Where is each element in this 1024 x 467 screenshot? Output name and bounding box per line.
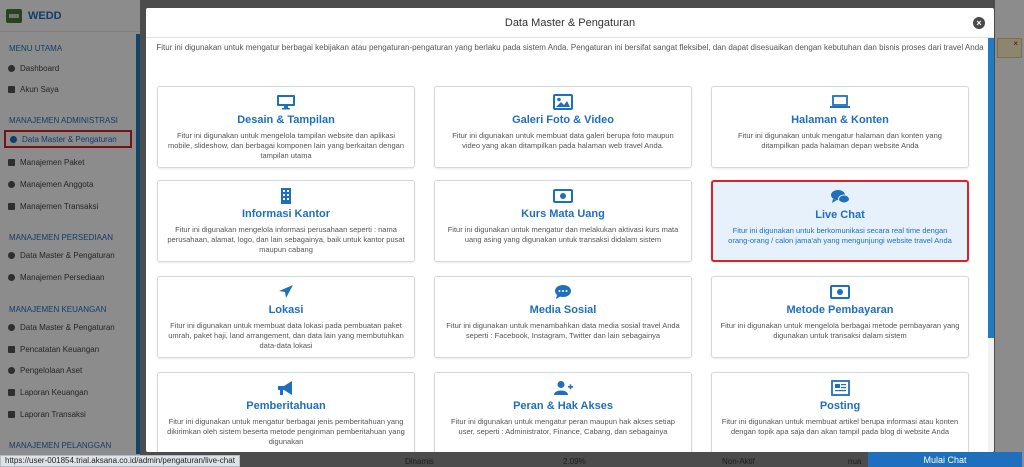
card-description: Fitur ini digunakan untuk mengatur halam… [738, 131, 942, 150]
money-icon [553, 189, 573, 203]
close-icon[interactable]: × [973, 17, 985, 29]
card-title: Pemberitahuan [246, 400, 326, 412]
card-title: Posting [819, 400, 861, 412]
card-metode-pembayaran[interactable]: Metode Pembayaran Fitur ini digunakan un… [711, 276, 969, 358]
card-galeri-foto-video[interactable]: Galeri Foto & Video Fitur ini digunakan … [434, 86, 692, 168]
comment-dots-icon [555, 285, 571, 299]
card-title: Halaman & Konten [791, 114, 889, 126]
card-title: Informasi Kantor [241, 208, 330, 220]
card-title: Metode Pembayaran [786, 304, 894, 316]
card-description: Fitur ini digunakan untuk mengelola tamp… [168, 131, 404, 160]
browser-status-url: https://user-001854.trial.aksana.co.id/a… [0, 455, 240, 467]
user-plus-icon [554, 381, 573, 395]
chat-icon [831, 190, 850, 204]
card-title: Lokasi [268, 304, 304, 316]
image-icon [553, 94, 573, 110]
card-description: Fitur ini digunakan untuk menambahkan da… [446, 321, 680, 340]
card-title: Kurs Mata Uang [521, 208, 605, 220]
card-halaman-konten[interactable]: Halaman & Konten Fitur ini digunakan unt… [711, 86, 969, 168]
card-description: Fitur ini digunakan untuk mengatur peran… [451, 417, 675, 436]
card-media-sosial[interactable]: Media Sosial Fitur ini digunakan untuk m… [434, 276, 692, 358]
card-description: Fitur ini digunakan mengelola informasi … [167, 225, 405, 254]
card-posting[interactable]: Posting Fitur ini digunakan untuk membua… [711, 372, 969, 452]
card-title: Desain & Tampilan [237, 114, 335, 126]
card-desain-tampilan[interactable]: Desain & Tampilan Fitur ini digunakan un… [157, 86, 415, 168]
card-informasi-kantor[interactable]: Informasi Kantor Fitur ini digunakan men… [157, 180, 415, 262]
card-title: Live Chat [815, 209, 865, 221]
card-description: Fitur ini digunakan untuk mengatur berba… [167, 417, 405, 446]
building-icon [281, 188, 291, 204]
modal-scrollbar-thumb[interactable] [988, 38, 994, 338]
card-live-chat[interactable]: Live Chat Fitur ini digunakan untuk berk… [711, 180, 969, 262]
card-kurs-mata-uang[interactable]: Kurs Mata Uang Fitur ini digunakan untuk… [434, 180, 692, 262]
card-title: Peran & Hak Akses [513, 400, 613, 412]
start-chat-button[interactable]: Mulai Chat [868, 452, 1022, 467]
card-peran-hak-akses[interactable]: Peran & Hak Akses Fitur ini digunakan un… [434, 372, 692, 452]
monitor-icon [277, 95, 295, 110]
megaphone-icon [278, 381, 292, 395]
modal-intro: Fitur ini digunakan untuk mengatur berba… [156, 43, 984, 52]
modal-header: Data Master & Pengaturan × [146, 8, 994, 38]
card-description: Fitur ini digunakan untuk membuat data l… [168, 321, 404, 350]
card-pemberitahuan[interactable]: Pemberitahuan Fitur ini digunakan untuk … [157, 372, 415, 452]
modal-title: Data Master & Pengaturan [504, 16, 636, 29]
card-description: Fitur ini digunakan untuk mengatur dan m… [447, 225, 679, 244]
card-description: Fitur ini digunakan untuk berkomunikasi … [728, 226, 952, 245]
card-title: Galeri Foto & Video [512, 114, 614, 126]
newspaper-icon [831, 380, 850, 396]
location-arrow-icon [279, 285, 293, 298]
settings-modal: Data Master & Pengaturan × Fitur ini dig… [146, 8, 994, 452]
money-icon [830, 285, 850, 299]
laptop-icon [830, 95, 850, 108]
card-description: Fitur ini digunakan untuk membuat artike… [721, 417, 959, 436]
card-title: Media Sosial [529, 304, 597, 316]
card-description: Fitur ini digunakan untuk mengelola berb… [720, 321, 960, 340]
card-description: Fitur ini digunakan untuk membuat data g… [452, 131, 674, 150]
card-lokasi[interactable]: Lokasi Fitur ini digunakan untuk membuat… [157, 276, 415, 358]
